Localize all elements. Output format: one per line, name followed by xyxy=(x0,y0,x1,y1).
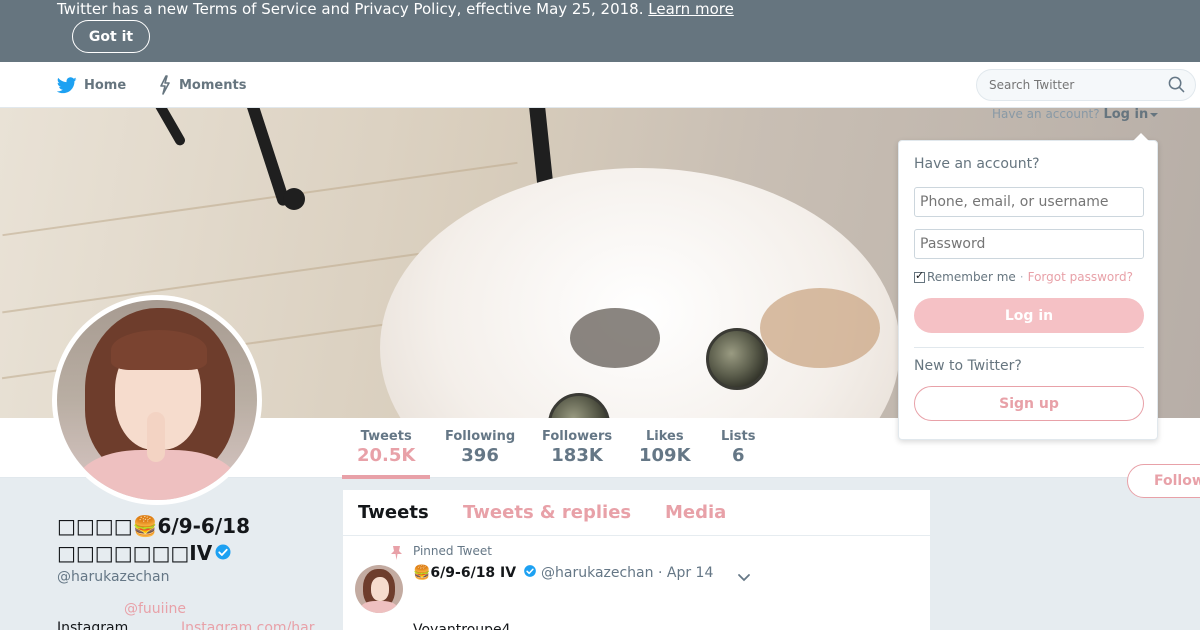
tab-tweets-and-replies[interactable]: Tweets & replies xyxy=(463,502,631,523)
tweet-text: Voyantroupe4 xyxy=(413,622,511,630)
stat-value: 109K xyxy=(639,445,691,466)
nav-home-label: Home xyxy=(84,77,127,93)
login-trigger-prefix: Have an account? xyxy=(992,107,1100,121)
login-dropdown-trigger[interactable]: Have an account? Log in xyxy=(992,107,1159,122)
login-panel-title: Have an account? xyxy=(914,156,1040,172)
nav-moments[interactable]: Moments xyxy=(158,62,246,108)
pin-icon xyxy=(391,545,402,564)
separator-dot: · xyxy=(1019,270,1024,284)
remember-me-label[interactable]: Remember me xyxy=(927,270,1016,284)
login-dropdown-panel: Have an account? Remember me · Forgot pa… xyxy=(898,133,1158,440)
new-to-twitter-label: New to Twitter? xyxy=(914,358,1022,374)
remember-me-row: Remember me · Forgot password? xyxy=(914,269,1133,284)
nav-home[interactable]: Home xyxy=(57,62,126,108)
verified-badge-icon xyxy=(523,564,537,582)
search-icon[interactable] xyxy=(1168,76,1185,97)
verified-badge-icon xyxy=(214,541,232,568)
terms-notice-message: Twitter has a new Terms of Service and P… xyxy=(57,0,644,18)
profile-avatar[interactable] xyxy=(52,295,262,505)
login-button[interactable]: Log in xyxy=(914,298,1144,333)
profile-handle[interactable]: @harukazechan xyxy=(57,569,170,585)
bio-instagram-label: Instagram xyxy=(57,620,129,630)
terms-notice-text: Twitter has a new Terms of Service and P… xyxy=(57,0,734,18)
forgot-password-link[interactable]: Forgot password? xyxy=(1028,270,1133,284)
stat-tweets[interactable]: Tweets 20.5K xyxy=(357,426,416,466)
profile-name[interactable]: □□□□🍔6/9-6/18 □□□□□□□IV xyxy=(57,513,327,568)
stat-likes[interactable]: Likes 109K xyxy=(639,426,691,466)
tab-tweets[interactable]: Tweets xyxy=(358,502,429,523)
active-stat-underline xyxy=(342,475,430,479)
stat-lists[interactable]: Lists 6 xyxy=(721,426,755,466)
tweet-avatar[interactable] xyxy=(355,565,403,613)
stat-value: 20.5K xyxy=(357,445,416,466)
login-trigger-link[interactable]: Log in xyxy=(1103,107,1148,122)
stat-following[interactable]: Following 396 xyxy=(445,426,515,466)
stat-value: 6 xyxy=(731,445,745,466)
nav-moments-label: Moments xyxy=(179,77,247,93)
caret-down-icon xyxy=(1150,112,1159,117)
password-field[interactable] xyxy=(914,229,1144,259)
stat-value: 396 xyxy=(461,445,499,466)
chevron-down-icon[interactable] xyxy=(737,568,751,587)
timeline: Tweets Tweets & replies Media Pinned Twe… xyxy=(342,489,931,630)
stat-value: 183K xyxy=(551,445,603,466)
signup-button[interactable]: Sign up xyxy=(914,386,1144,421)
follow-button[interactable]: Follow xyxy=(1127,464,1200,498)
tweet-timestamp[interactable]: · Apr 14 xyxy=(658,565,713,581)
tweet-header: 🍔6/9-6/18 IV @harukazechan · Apr 14 xyxy=(413,564,713,582)
avatar xyxy=(57,300,257,500)
bio-mention-link[interactable]: @fuuiine xyxy=(124,601,186,617)
search-input[interactable] xyxy=(976,69,1196,101)
got-it-button[interactable]: Got it xyxy=(72,20,150,53)
remember-me-checkbox[interactable] xyxy=(914,269,925,283)
twitter-bird-icon xyxy=(57,76,77,94)
timeline-tabs: Tweets Tweets & replies Media xyxy=(343,490,930,536)
username-field[interactable] xyxy=(914,187,1144,217)
top-navigation: Home Moments xyxy=(0,62,1200,108)
tweet-author-handle[interactable]: @harukazechan xyxy=(541,565,654,581)
bio-instagram-link[interactable]: Instagram.com/har xyxy=(181,620,315,630)
stat-followers[interactable]: Followers 183K xyxy=(542,426,612,466)
tab-media[interactable]: Media xyxy=(665,502,726,523)
lightning-bolt-icon xyxy=(158,75,172,95)
terms-notice-banner: Twitter has a new Terms of Service and P… xyxy=(0,0,1200,62)
tweet-author-name[interactable]: 🍔6/9-6/18 IV xyxy=(413,565,516,581)
learn-more-link[interactable]: Learn more xyxy=(648,0,734,18)
divider xyxy=(914,347,1144,348)
pinned-tweet-label: Pinned Tweet xyxy=(413,544,492,558)
